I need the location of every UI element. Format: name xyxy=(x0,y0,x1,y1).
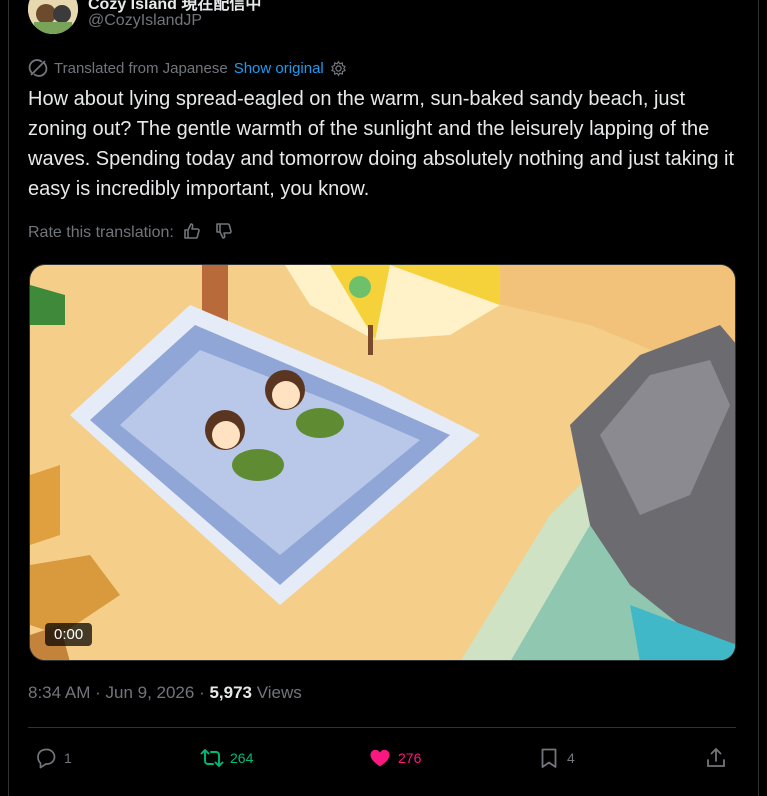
post-date[interactable]: Jun 9, 2026 xyxy=(105,683,194,702)
grok-icon[interactable] xyxy=(676,0,702,14)
timeline-border-left xyxy=(8,0,9,796)
rate-translation: Rate this translation: xyxy=(28,222,234,244)
translation-label: Translated from Japanese xyxy=(54,59,228,77)
heart-icon xyxy=(368,746,392,770)
gear-icon[interactable] xyxy=(330,60,347,77)
like-button[interactable]: 276 xyxy=(368,740,421,776)
video-thumbnail xyxy=(30,265,735,660)
video-timestamp: 0:00 xyxy=(45,623,93,646)
author-handle[interactable]: @CozyIslandJP xyxy=(88,12,202,30)
translate-icon xyxy=(28,58,48,78)
avatar-image xyxy=(28,0,78,34)
reply-count: 1 xyxy=(64,750,72,766)
share-icon xyxy=(704,746,728,770)
show-original-link[interactable]: Show original xyxy=(234,60,324,77)
bookmark-button[interactable]: 4 xyxy=(537,740,575,776)
bookmark-icon xyxy=(537,746,561,770)
video-player[interactable]: 0:00 xyxy=(29,264,736,661)
reply-button[interactable]: 1 xyxy=(34,740,72,776)
post-meta: 8:34 AM · Jun 9, 2026 · 5,973 Views xyxy=(28,683,302,703)
meta-separator: · xyxy=(90,683,106,702)
meta-separator: · xyxy=(194,683,210,702)
post-time[interactable]: 8:34 AM xyxy=(28,683,90,702)
avatar[interactable] xyxy=(28,0,78,34)
repost-button[interactable]: 264 xyxy=(200,740,253,776)
share-button[interactable] xyxy=(704,740,728,776)
timeline-border-right xyxy=(758,0,759,796)
reply-icon xyxy=(34,746,58,770)
like-count: 276 xyxy=(398,750,422,766)
views-count: 5,973 xyxy=(209,683,252,702)
action-bar: 1 264 276 4 xyxy=(28,740,736,776)
divider xyxy=(28,727,736,728)
repost-icon xyxy=(200,746,224,770)
bookmark-count: 4 xyxy=(567,750,575,766)
thumbs-down-icon[interactable] xyxy=(214,221,234,246)
translation-notice: Translated from Japanese Show original xyxy=(28,58,347,78)
tweet-post: Cozy Island 現在配信中 @CozyIslandJP Translat… xyxy=(0,0,767,796)
views-label: Views xyxy=(252,683,302,702)
rate-label: Rate this translation: xyxy=(28,224,174,241)
tweet-text: How about lying spread-eagled on the war… xyxy=(28,88,735,200)
repost-count: 264 xyxy=(230,750,254,766)
thumbs-up-icon[interactable] xyxy=(182,221,202,246)
